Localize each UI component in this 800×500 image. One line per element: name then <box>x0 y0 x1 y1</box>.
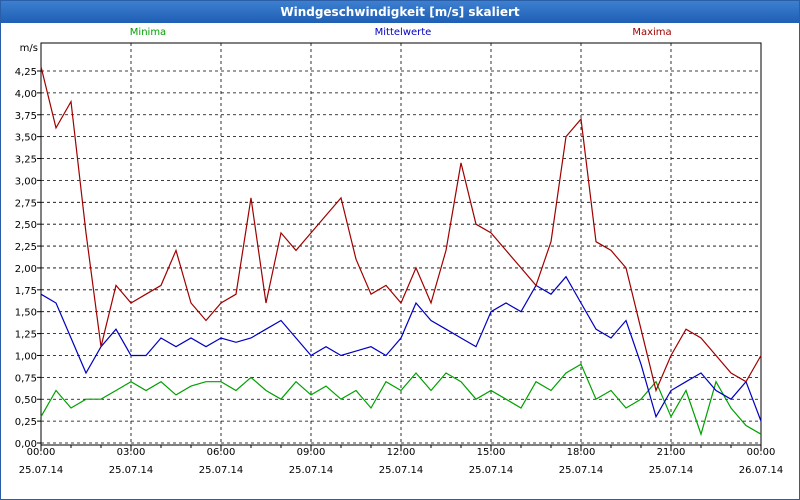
y-tick-label: 2,00 <box>15 264 37 275</box>
chart-window: Windgeschwindigkeit [m/s] skaliert Minim… <box>0 0 800 500</box>
x-tick-time: 15:00 <box>477 447 506 458</box>
x-tick-date: 25.07.14 <box>199 465 244 476</box>
x-tick-time: 09:00 <box>297 447 326 458</box>
y-tick-label: 4,00 <box>15 89 37 100</box>
x-tick-time: 03:00 <box>117 447 146 458</box>
legend-maxima: Maxima <box>632 27 671 38</box>
y-tick-label: 1,00 <box>15 351 37 362</box>
x-tick-date: 25.07.14 <box>649 465 694 476</box>
y-tick-label: 0,25 <box>15 417 37 428</box>
y-tick-label: 2,75 <box>15 198 37 209</box>
legend-mittelwerte: Mittelwerte <box>375 27 432 38</box>
x-tick-time: 18:00 <box>567 447 596 458</box>
x-tick-date: 26.07.14 <box>739 465 784 476</box>
x-tick-time: 12:00 <box>387 447 416 458</box>
y-tick-label: 3,75 <box>15 111 37 122</box>
x-tick-time: 00:00 <box>27 447 56 458</box>
wind-speed-chart: Minima Mittelwerte Maxima 0,000,250,500,75… <box>15 27 784 476</box>
x-tick-date: 25.07.14 <box>559 465 604 476</box>
x-tick-date: 25.07.14 <box>289 465 334 476</box>
chart-title: Windgeschwindigkeit [m/s] skaliert <box>1 1 799 23</box>
y-axis-label: m/s <box>20 43 38 54</box>
x-tick-date: 25.07.14 <box>19 465 64 476</box>
y-tick-label: 3,50 <box>15 133 37 144</box>
x-tick-time: 21:00 <box>657 447 686 458</box>
y-tick-label: 2,50 <box>15 220 37 231</box>
y-tick-label: 0,75 <box>15 373 37 384</box>
y-tick-label: 3,00 <box>15 176 37 187</box>
y-tick-label: 1,50 <box>15 308 37 319</box>
x-tick-date: 25.07.14 <box>469 465 514 476</box>
x-tick-time: 06:00 <box>207 447 236 458</box>
x-tick-date: 25.07.14 <box>379 465 424 476</box>
y-tick-label: 1,75 <box>15 286 37 297</box>
x-tick-date: 25.07.14 <box>109 465 154 476</box>
x-tick-time: 00:00 <box>747 447 776 458</box>
y-tick-label: 4,25 <box>15 67 37 78</box>
y-tick-label: 0,50 <box>15 395 37 406</box>
y-tick-label: 2,25 <box>15 242 37 253</box>
y-tick-label: 1,25 <box>15 330 37 341</box>
y-tick-label: 3,25 <box>15 155 37 166</box>
legend-minima: Minima <box>130 27 166 38</box>
